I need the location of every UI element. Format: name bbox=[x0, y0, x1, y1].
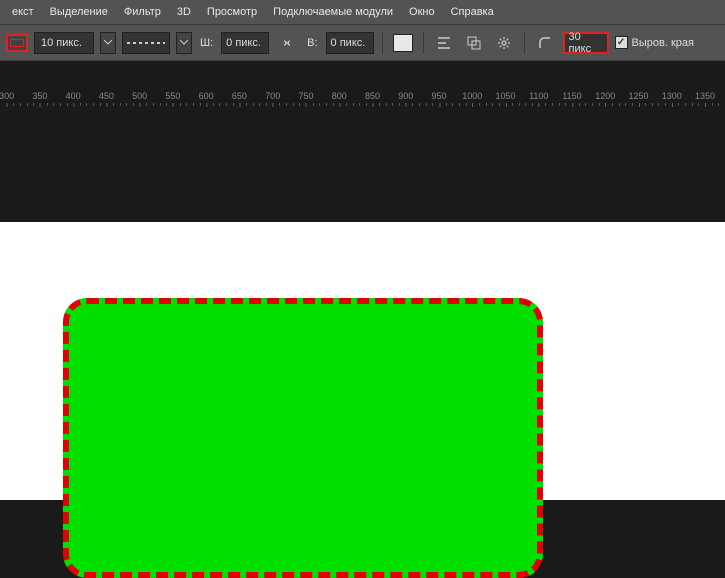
canvas[interactable] bbox=[0, 222, 725, 500]
gear-icon[interactable] bbox=[492, 31, 516, 55]
stroke-style-dropdown[interactable] bbox=[176, 32, 192, 54]
fill-color-button[interactable] bbox=[391, 31, 415, 55]
align-edges-checkbox[interactable]: ✓ bbox=[615, 36, 628, 49]
link-dimensions-icon[interactable] bbox=[275, 31, 299, 55]
ruler-tick: 850 bbox=[365, 91, 380, 101]
ruler-tick: 450 bbox=[99, 91, 114, 101]
menu-text[interactable]: екст bbox=[4, 0, 42, 24]
width-input[interactable]: 0 пикс. bbox=[221, 32, 269, 54]
ruler-tick: 350 bbox=[32, 91, 47, 101]
menu-3d[interactable]: 3D bbox=[169, 0, 199, 24]
menu-view[interactable]: Просмотр bbox=[199, 0, 265, 24]
height-label: В: bbox=[307, 37, 317, 49]
ruler-tick: 1350 bbox=[695, 91, 715, 101]
ruler-tick: 1100 bbox=[529, 91, 548, 101]
menu-help[interactable]: Справка bbox=[443, 0, 502, 24]
ruler-tick: 900 bbox=[398, 91, 413, 101]
align-edges-label: Выров. края bbox=[632, 37, 694, 49]
ruler-tick: 1250 bbox=[629, 91, 649, 101]
options-bar: 10 пикс. Ш: 0 пикс. В: 0 пикс. 30 пикс ✓… bbox=[0, 24, 725, 60]
ruler-tick: 1050 bbox=[495, 91, 515, 101]
height-input[interactable]: 0 пикс. bbox=[326, 32, 374, 54]
ruler-tick: 1000 bbox=[462, 91, 482, 101]
menu-plugins[interactable]: Подключаемые модули bbox=[265, 0, 401, 24]
menu-selection[interactable]: Выделение bbox=[42, 0, 116, 24]
separator bbox=[423, 32, 424, 54]
ruler-tick: 1200 bbox=[595, 91, 615, 101]
ruler-tick: 1300 bbox=[662, 91, 682, 101]
align-icon[interactable] bbox=[432, 31, 456, 55]
ruler-tick: 700 bbox=[265, 91, 280, 101]
workspace-dark-area: 300 350 400 450 500 550 600 650 700 750 800 850 900 9… bbox=[0, 60, 725, 222]
width-label: Ш: bbox=[200, 37, 213, 49]
menu-window[interactable]: Окно bbox=[401, 0, 443, 24]
corner-radius-icon bbox=[533, 31, 557, 55]
align-edges-group[interactable]: ✓ Выров. края bbox=[615, 36, 694, 49]
ruler-tick: 950 bbox=[431, 91, 446, 101]
ruler-tick: 400 bbox=[66, 91, 81, 101]
separator bbox=[382, 32, 383, 54]
path-operations-icon[interactable] bbox=[462, 31, 486, 55]
ruler-tick: 1150 bbox=[562, 91, 581, 101]
ruler-tick: 550 bbox=[165, 91, 180, 101]
stroke-style-button[interactable] bbox=[122, 32, 170, 54]
menu-filter[interactable]: Фильтр bbox=[116, 0, 169, 24]
separator bbox=[524, 32, 525, 54]
ruler-tick: 300 bbox=[0, 91, 14, 101]
ruler-tick: 800 bbox=[332, 91, 347, 101]
ruler-tick: 600 bbox=[199, 91, 214, 101]
ruler-tick: 750 bbox=[298, 91, 313, 101]
menu-bar: екст Выделение Фильтр 3D Просмотр Подклю… bbox=[0, 0, 725, 24]
shape-mode-button[interactable] bbox=[6, 34, 28, 52]
stroke-width-dropdown[interactable] bbox=[100, 32, 116, 54]
stroke-width-input[interactable]: 10 пикс. bbox=[34, 32, 94, 54]
ruler-tick: 650 bbox=[232, 91, 247, 101]
horizontal-ruler: 300 350 400 450 500 550 600 650 700 750 800 850 900 9… bbox=[0, 91, 725, 109]
rounded-rectangle-shape[interactable] bbox=[63, 298, 543, 578]
ruler-tick: 500 bbox=[132, 91, 147, 101]
radius-input[interactable]: 30 пикс bbox=[563, 32, 609, 54]
